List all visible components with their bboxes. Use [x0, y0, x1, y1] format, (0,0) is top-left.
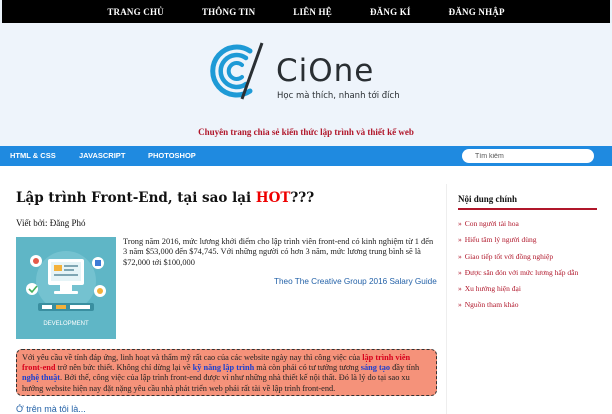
sidebar-title: Nội dung chính — [458, 194, 597, 210]
chevron-right-icon: » — [458, 251, 462, 261]
column-divider — [446, 184, 447, 414]
site-logo[interactable]: CiOne Học mà thích, nhanh tới đích — [206, 39, 411, 114]
category-photoshop[interactable]: PHOTOSHOP — [148, 151, 196, 160]
toc-item-label: Được săn đón với mức lương hấp dẫn — [464, 267, 579, 277]
title-prefix: Lập trình Front-End, tại sao lại — [16, 190, 256, 206]
logo-text: CiOne — [276, 53, 375, 89]
category-html-css[interactable]: HTML & CSS — [10, 151, 56, 160]
toc-item-label: Con người tài hoa — [464, 219, 519, 228]
toc-item[interactable]: » Hiểu tâm lý người dùng — [458, 232, 578, 248]
toc-item-label: Xu hướng hiện đại — [464, 284, 521, 294]
callout-highlight-skills: kỹ năng lập trình — [192, 363, 255, 373]
toc-item[interactable]: » Nguồn tham khảo — [458, 297, 578, 313]
nav-login[interactable]: ĐĂNG NHẬP — [430, 7, 524, 17]
search-input[interactable] — [462, 149, 594, 163]
chevron-right-icon: » — [458, 267, 462, 277]
development-illustration: DEVELOPMENT — [16, 237, 116, 339]
thumbnail-label: DEVELOPMENT — [43, 321, 89, 327]
sidebar-toc: » Con người tài hoa » Hiểu tâm lý người dù… — [458, 216, 578, 314]
callout-text-4: đầy tính — [390, 363, 420, 373]
toc-item[interactable]: » Xu hướng hiện đại — [458, 281, 578, 297]
toc-item-label: Nguồn tham khảo — [464, 300, 519, 310]
site-header: CiOne Học mà thích, nhanh tới đích Chuyê… — [0, 23, 612, 146]
article-continued: Ở trên mà tôi là... — [16, 404, 86, 414]
callout-text-2: trở nên bức thiết. Không chỉ dừng lại về — [55, 363, 193, 373]
nav-info[interactable]: THÔNG TIN — [183, 7, 274, 17]
toc-item-label: Hiểu tâm lý người dùng — [464, 235, 537, 245]
callout-text-3: mà còn phải có tư tưởng tương — [254, 363, 361, 373]
callout-text-1: Với yêu cầu về tính đáp ứng, linh hoạt v… — [22, 353, 363, 362]
callout-highlight-creative: sáng tạo — [360, 363, 391, 373]
article-title: Lập trình Front-End, tại sao lại HOT??? — [16, 190, 314, 206]
category-javascript[interactable]: JAVASCRIPT — [79, 151, 125, 160]
title-hot: HOT — [255, 190, 291, 206]
callout-highlight-art: nghệ thuật — [22, 373, 61, 383]
article-thumbnail: DEVELOPMENT — [16, 237, 116, 339]
chevron-right-icon: » — [458, 284, 462, 294]
nav-register[interactable]: ĐĂNG KÍ — [351, 7, 430, 17]
title-suffix: ??? — [290, 190, 315, 206]
chevron-right-icon: » — [458, 300, 462, 310]
logo-tagline: Học mà thích, nhanh tới đích — [277, 91, 400, 101]
chevron-right-icon: » — [458, 219, 462, 228]
toc-item[interactable]: » Giao tiếp tốt với đồng nghiệp — [458, 249, 578, 265]
callout-text-5: . Bởi thế, công việc của lập trình front… — [22, 373, 410, 393]
article-callout: Với yêu cầu về tính đáp ứng, linh hoạt v… — [16, 349, 437, 396]
site-slogan: Chuyên trang chia sẻ kiến thức lập trình… — [198, 127, 414, 137]
article-author: Viết bởi: Đăng Phó — [16, 218, 86, 228]
category-bar: HTML & CSS JAVASCRIPT PHOTOSHOP — [0, 146, 612, 166]
chevron-right-icon: » — [458, 235, 462, 245]
main-content: Lập trình Front-End, tại sao lại HOT??? … — [0, 166, 612, 414]
toc-item-label: Giao tiếp tốt với đồng nghiệp — [464, 251, 554, 261]
toc-item[interactable]: » Con người tài hoa — [458, 216, 578, 232]
article-intro: Trong năm 2016, mức lương khởi điểm cho … — [123, 237, 434, 267]
nav-home[interactable]: TRANG CHỦ — [88, 7, 183, 17]
nav-contact[interactable]: LIÊN HỆ — [274, 7, 351, 17]
logo-mark-icon — [210, 42, 264, 100]
toc-item[interactable]: » Được săn đón với mức lương hấp dẫn — [458, 265, 578, 281]
top-nav: TRANG CHỦ THÔNG TIN LIÊN HỆ ĐĂNG KÍ ĐĂNG… — [2, 0, 610, 23]
source-link[interactable]: Theo The Creative Group 2016 Salary Guid… — [274, 277, 437, 286]
